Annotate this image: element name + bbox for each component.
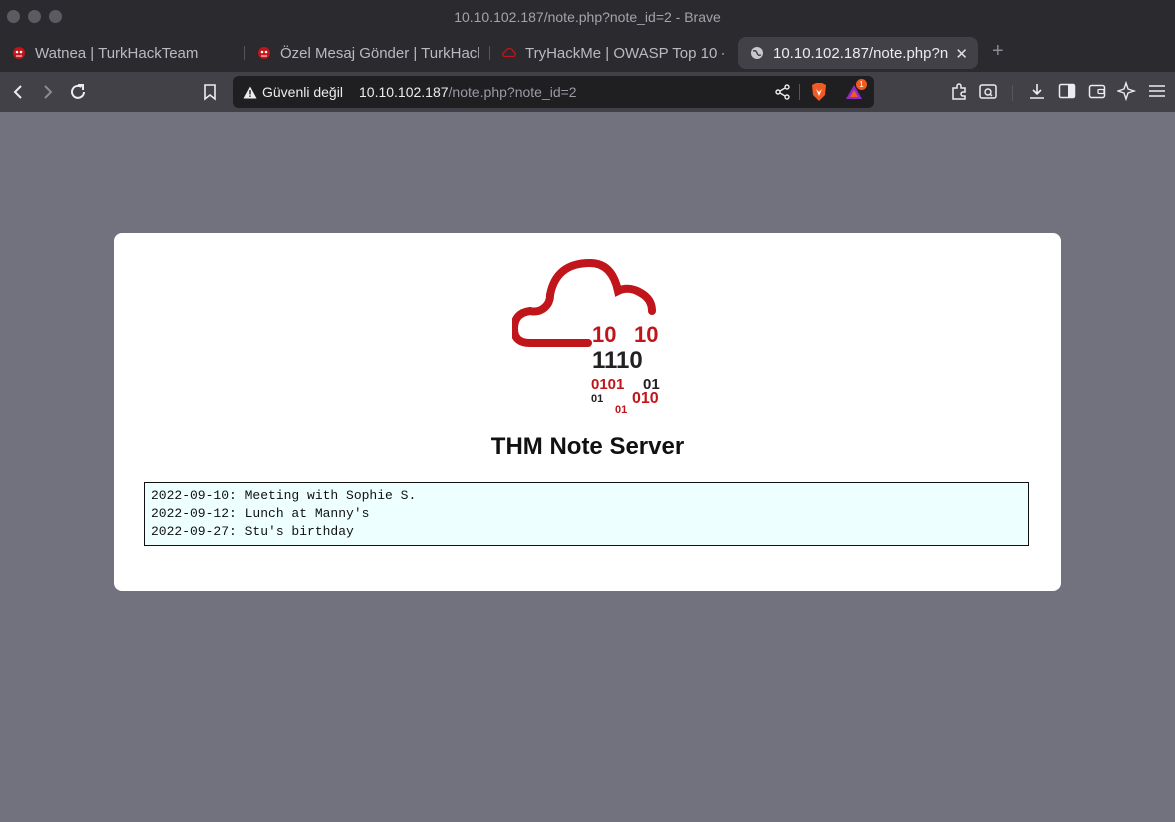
- note-line: 2022-09-27: Stu's birthday: [151, 524, 354, 539]
- tryhackme-favicon: [502, 46, 516, 60]
- note-line: 2022-09-10: Meeting with Sophie S.: [151, 488, 417, 503]
- brave-rewards-icon[interactable]: 1: [844, 79, 867, 106]
- share-icon[interactable]: [775, 84, 791, 105]
- logo-binary-8: 01: [615, 404, 627, 413]
- reload-icon[interactable]: [68, 82, 88, 102]
- page-title: THM Note Server: [490, 433, 685, 460]
- cloud-icon: [512, 258, 656, 347]
- security-label: Güvenli değil: [262, 84, 343, 100]
- tab-separator: [244, 46, 245, 60]
- warning-icon: [243, 86, 257, 99]
- wallet-icon[interactable]: [1087, 81, 1109, 103]
- window-title: 10.10.102.187/note.php?note_id=2 - Brave: [454, 9, 721, 25]
- window-titlebar: 10.10.102.187/note.php?note_id=2 - Brave: [0, 0, 1175, 34]
- globe-icon: [750, 46, 764, 60]
- tab-label: TryHackMe | OWASP Top 10 -: [525, 44, 724, 62]
- leo-ai-icon[interactable]: [1115, 80, 1139, 103]
- rewards-badge: 1: [856, 79, 867, 90]
- back-icon[interactable]: [8, 82, 28, 102]
- tab-label: Özel Mesaj Gönder | TurkHack: [280, 44, 479, 62]
- brave-shields-icon[interactable]: [810, 82, 828, 107]
- sidebar-icon[interactable]: [1057, 81, 1079, 103]
- url-host: 10.10.102.187: [359, 84, 449, 100]
- browser-toolbar: Güvenli değil 10.10.102.187/note.php?not…: [0, 72, 1175, 112]
- turkhackteam-favicon: [257, 46, 271, 60]
- security-indicator[interactable]: Güvenli değil: [243, 84, 343, 100]
- notes-box: 2022-09-10: Meeting with Sophie S. 2022-…: [144, 482, 1029, 546]
- logo-binary-2: 10: [634, 322, 658, 347]
- menu-icon[interactable]: [1147, 81, 1169, 103]
- close-tab-icon[interactable]: ✕: [955, 45, 968, 63]
- note-line: 2022-09-12: Lunch at Manny's: [151, 506, 370, 521]
- turkhackteam-favicon: [12, 46, 26, 60]
- download-icon[interactable]: [1027, 81, 1049, 103]
- extensions-icon[interactable]: [949, 81, 971, 103]
- logo-binary-3: 1110: [592, 347, 643, 374]
- logo-binary-7: 010: [632, 390, 659, 407]
- logo-binary-6: 01: [591, 393, 603, 405]
- url-text[interactable]: 10.10.102.187/note.php?note_id=2: [359, 84, 577, 100]
- logo-binary-4: 0101: [591, 376, 624, 393]
- tab-separator: [489, 46, 490, 60]
- search-tab-icon[interactable]: [978, 81, 1000, 103]
- tab-label: 10.10.102.187/note.php?n: [773, 44, 949, 62]
- url-path: /note.php?note_id=2: [448, 84, 577, 100]
- tab-turkhackteam[interactable]: Watnea | TurkHackTeam: [12, 37, 237, 69]
- bookmark-icon[interactable]: [200, 82, 220, 102]
- thm-logo: 10 10 1110 0101 01 01 010 01: [512, 258, 660, 413]
- new-tab-button[interactable]: +: [992, 40, 1004, 63]
- toolbar-separator: [1012, 85, 1013, 101]
- tab-bar: Watnea | TurkHackTeam Özel Mesaj Gönder …: [0, 34, 1175, 72]
- tab-tryhackme[interactable]: TryHackMe | OWASP Top 10 -: [502, 37, 724, 69]
- tab-ozel-mesaj[interactable]: Özel Mesaj Gönder | TurkHack: [257, 37, 479, 69]
- forward-icon[interactable]: [38, 82, 58, 102]
- tab-label: Watnea | TurkHackTeam: [35, 44, 199, 62]
- url-separator: [799, 84, 800, 100]
- note-card: 10 10 1110 0101 01 01 010 01 THM Note Se…: [114, 233, 1061, 591]
- address-bar[interactable]: Güvenli değil 10.10.102.187/note.php?not…: [233, 76, 874, 108]
- logo-binary-1: 10: [592, 322, 616, 347]
- tab-note-server[interactable]: 10.10.102.187/note.php?n ✕: [738, 37, 978, 69]
